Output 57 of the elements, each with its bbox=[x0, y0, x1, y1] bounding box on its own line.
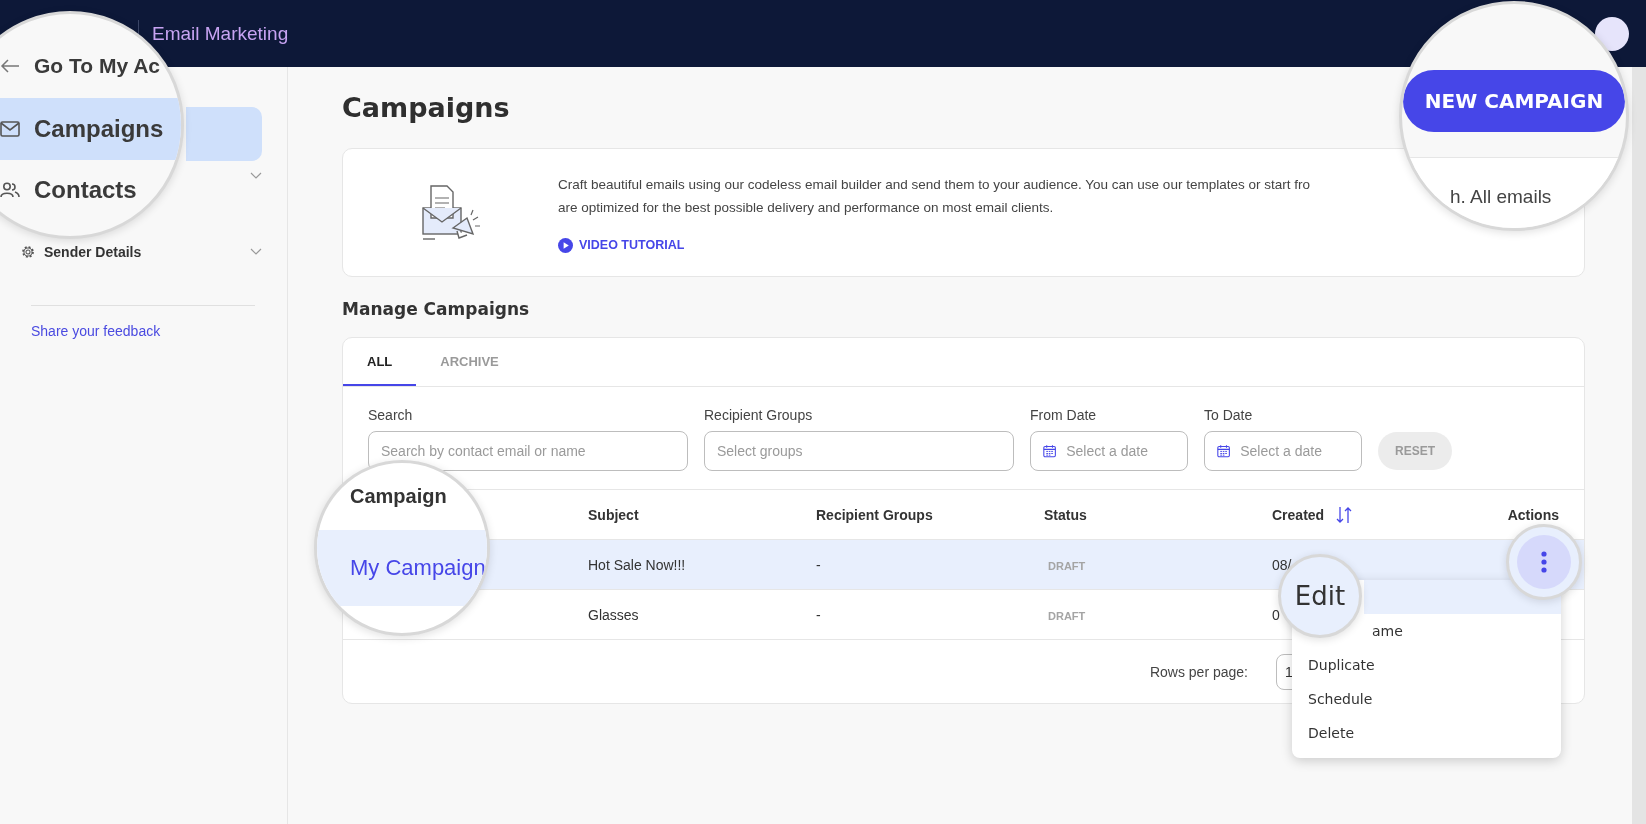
envelope-drawing bbox=[420, 183, 481, 242]
table-row[interactable]: My Campaign bbox=[317, 530, 487, 606]
people-icon bbox=[0, 182, 20, 198]
date-field[interactable]: Select a date bbox=[1030, 431, 1188, 471]
avatar[interactable] bbox=[1595, 16, 1629, 51]
sidebar-item[interactable]: Sender Details bbox=[0, 240, 276, 264]
field-label: To Date bbox=[1204, 407, 1254, 425]
search-field[interactable]: Search by contact email or name bbox=[368, 431, 688, 471]
column-header: Status bbox=[1044, 506, 1087, 523]
tab[interactable]: ALL bbox=[343, 338, 417, 386]
gear-icon bbox=[21, 245, 35, 259]
table-cell-text: - bbox=[816, 556, 822, 573]
video-tutorial-link[interactable]: VIDEO TUTORIAL bbox=[558, 236, 685, 254]
column-header: Recipient Groups bbox=[816, 506, 933, 523]
table-cell-text: 0 bbox=[1272, 606, 1281, 623]
campaign-link[interactable]: My Campaign bbox=[350, 555, 486, 581]
status-label: DRAFT bbox=[1048, 609, 1086, 622]
column-header[interactable]: Created bbox=[1272, 506, 1325, 523]
chevron-icon[interactable] bbox=[250, 248, 262, 256]
calendar-icon bbox=[1043, 443, 1057, 459]
section-title: Manage Campaigns bbox=[342, 298, 531, 321]
sidebar-item[interactable]: Contacts bbox=[0, 170, 181, 210]
app-title: Email Marketing bbox=[152, 22, 289, 45]
field-label: From Date bbox=[1030, 407, 1098, 425]
more-icon bbox=[1541, 551, 1547, 573]
field-label: Search bbox=[368, 407, 414, 425]
column-header: Campaign bbox=[349, 484, 448, 509]
column-header: Subject bbox=[588, 506, 639, 523]
mail-icon bbox=[0, 121, 20, 137]
date-input[interactable]: Select a date bbox=[1240, 443, 1349, 459]
chevron-icon[interactable] bbox=[250, 172, 262, 180]
more-button[interactable] bbox=[1517, 535, 1571, 589]
back-link[interactable]: Go To My Ac bbox=[34, 54, 160, 78]
status-label: DRAFT bbox=[1048, 559, 1086, 572]
intro-text-fragment: h. All emails bbox=[1450, 186, 1552, 207]
table-cell-text: Glasses bbox=[588, 606, 640, 623]
calendar-icon bbox=[1217, 443, 1231, 459]
menu-item[interactable]: Schedule bbox=[1292, 682, 1561, 716]
page-title: Campaigns bbox=[342, 92, 510, 123]
date-field[interactable]: Select a date bbox=[1204, 431, 1362, 471]
intro-text: Craft beautiful emails using our codeless email builder and send them to your audience. You can use our templates or start fro are optimized for the best possible delivery and performance on most email clients. bbox=[558, 176, 1310, 217]
sidebar-item[interactable]: Campaigns bbox=[0, 98, 181, 160]
back-arrow-icon[interactable] bbox=[0, 59, 20, 73]
table-cell-text: - bbox=[816, 606, 822, 623]
rows-per-page-label: Rows per page: bbox=[1149, 663, 1248, 680]
table-cell-text: Hot Sale Now!!! bbox=[588, 556, 687, 573]
field-label: Recipient Groups bbox=[704, 407, 814, 425]
sort-icon[interactable] bbox=[1336, 505, 1353, 524]
feedback-link[interactable]: Share your feedback bbox=[31, 323, 161, 339]
column-header: Actions bbox=[1507, 506, 1559, 523]
menu-item[interactable]: Delete bbox=[1292, 716, 1561, 750]
play-icon bbox=[558, 237, 573, 253]
group-select[interactable]: Select groups bbox=[704, 431, 1014, 471]
menu-item[interactable]: Duplicate bbox=[1292, 648, 1561, 682]
table-cell-text: 08/ bbox=[1272, 556, 1293, 573]
new-campaign-button[interactable]: NEW CAMPAIGN bbox=[1403, 70, 1625, 132]
date-input[interactable]: Select a date bbox=[1066, 443, 1175, 459]
